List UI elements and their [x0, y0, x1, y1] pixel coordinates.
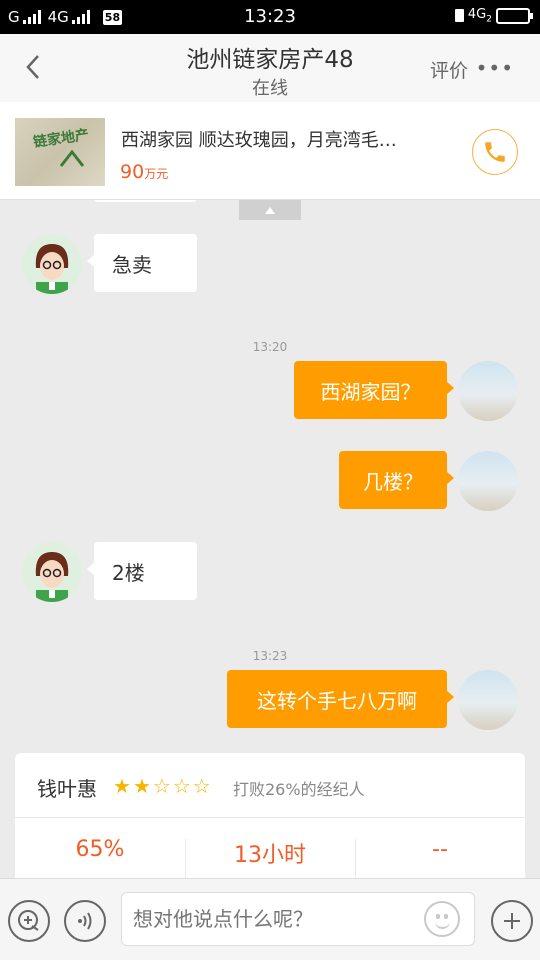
- agent-avatar[interactable]: [22, 234, 82, 294]
- status-bar: G 4G 58 13:23 4G2: [0, 0, 540, 34]
- message-text: 西湖家园？: [320, 379, 421, 404]
- input-bar: [0, 878, 540, 960]
- agent-avatar-image: [22, 234, 82, 294]
- message-text: 这转个手七八万啊: [257, 688, 417, 713]
- plus-icon: [504, 913, 520, 929]
- stat-value: 65%: [75, 837, 125, 862]
- rate-button[interactable]: 评价: [430, 56, 468, 83]
- listing-title: 西湖家园 顺达玫瑰园，月亮湾毛…: [121, 130, 397, 151]
- call-button[interactable]: [472, 129, 518, 175]
- star-empty-icon: ☆: [192, 774, 211, 798]
- battery-icon: [496, 7, 533, 24]
- agent-avatar-image: [22, 542, 82, 602]
- more-icon[interactable]: •••: [476, 56, 514, 80]
- message-text: 急卖: [112, 252, 152, 277]
- message-input[interactable]: [121, 892, 475, 946]
- message-bubble-partial: [94, 200, 197, 202]
- stat-value: 13小时: [234, 843, 306, 868]
- listing-thumbnail: 链家地产: [15, 118, 105, 186]
- chat-plus-button[interactable]: [8, 900, 50, 942]
- voice-icon: [78, 912, 92, 930]
- status-right: 4G2: [454, 7, 533, 25]
- load-more-button[interactable]: [239, 200, 301, 220]
- sim-icon: [454, 9, 464, 23]
- message-bubble[interactable]: 这转个手七八万啊: [227, 670, 454, 728]
- message-bubble[interactable]: 西湖家园？: [294, 361, 454, 419]
- phone-icon: [485, 142, 505, 162]
- voice-button[interactable]: [64, 900, 106, 942]
- message-text: 2楼: [112, 560, 145, 585]
- chat-plus-icon: [18, 910, 39, 931]
- add-button[interactable]: [491, 900, 533, 942]
- timestamp: 13:23: [252, 649, 288, 663]
- message-bubble[interactable]: 2楼: [87, 542, 197, 600]
- listing-price: 90万元: [120, 161, 169, 183]
- rating-stars: ★ ★ ☆ ☆ ☆: [113, 775, 211, 797]
- star-filled-icon: ★: [113, 774, 131, 798]
- agent-name: 钱叶惠: [37, 777, 97, 801]
- divider: [15, 817, 525, 818]
- user-avatar[interactable]: [458, 451, 518, 511]
- nav-bar: 池州链家房产48 在线 评价 •••: [0, 34, 540, 102]
- star-filled-icon: ★: [132, 774, 151, 798]
- house-logo-icon: [59, 149, 85, 167]
- star-empty-icon: ☆: [152, 774, 171, 798]
- stat-value: --: [432, 837, 448, 862]
- timestamp: 13:20: [252, 340, 288, 354]
- listing-card[interactable]: 链家地产 西湖家园 顺达玫瑰园，月亮湾毛… 90万元: [0, 102, 540, 200]
- agent-avatar[interactable]: [22, 542, 82, 602]
- user-avatar[interactable]: [458, 361, 518, 421]
- caret-up-icon: [265, 206, 275, 214]
- agent-info-card[interactable]: 钱叶惠 ★ ★ ☆ ☆ ☆ 打败26%的经纪人 65% 13小时 --: [15, 753, 525, 878]
- chat-area[interactable]: 急卖 13:20 西湖家园？ 几楼？ 2楼 13:23 这转个手七八万啊 钱叶惠: [0, 200, 540, 878]
- message-text: 几楼？: [363, 469, 423, 494]
- network-right-label: 4G2: [467, 7, 492, 25]
- ranking-text: 打败26%的经纪人: [233, 780, 365, 799]
- star-empty-icon: ☆: [172, 774, 191, 798]
- message-bubble[interactable]: 几楼？: [339, 451, 454, 509]
- smiley-icon[interactable]: [424, 901, 460, 937]
- user-avatar[interactable]: [458, 670, 518, 730]
- message-bubble[interactable]: 急卖: [87, 234, 197, 292]
